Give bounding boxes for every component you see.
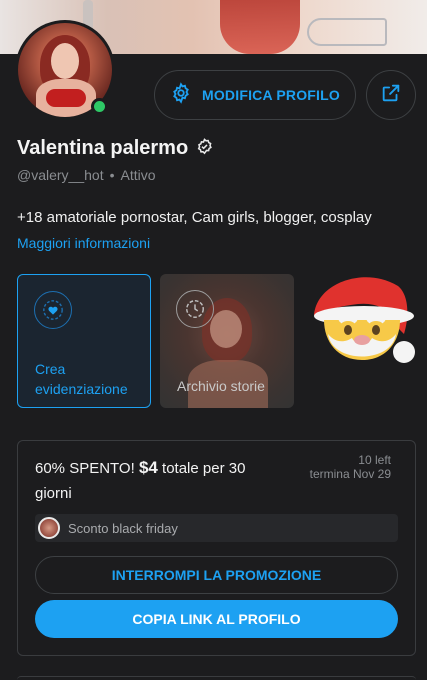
avatar	[38, 517, 60, 539]
clock-icon	[176, 290, 214, 328]
profile-name-row: Valentina palermo	[17, 137, 213, 160]
copy-profile-link-button[interactable]: COPIA LINK AL PROFILO	[35, 600, 398, 638]
share-icon	[380, 82, 402, 109]
create-highlight-card[interactable]: Crea evidenziazione	[17, 274, 151, 408]
promotion-remaining: 10 left	[358, 453, 391, 467]
cover-detail	[307, 18, 387, 46]
profile-name: Valentina palermo	[17, 137, 189, 159]
archive-stories-label: Archivio storie	[177, 378, 265, 394]
verified-icon	[196, 137, 213, 160]
promotion-meta: 10 left termina Nov 29	[310, 453, 391, 481]
profile-handle: @valery__hot	[17, 167, 104, 183]
promotion-discount: 60% SPENTO!	[35, 460, 135, 477]
santa-emoji-icon	[306, 264, 418, 376]
more-info-link[interactable]: Maggiori informazioni	[17, 235, 150, 251]
promotion-card: 60% SPENTO! $4 totale per 30 giorni 10 l…	[17, 440, 416, 656]
edit-profile-label: MODIFICA PROFILO	[201, 87, 340, 103]
online-status-dot	[91, 98, 108, 115]
next-card-edge	[17, 676, 416, 680]
separator-dot: •	[109, 167, 115, 183]
archive-stories-card[interactable]: Archivio storie	[160, 274, 294, 408]
create-highlight-label: Crea evidenziazione	[35, 361, 128, 397]
promotion-tag-label: Sconto black friday	[68, 520, 178, 536]
promotion-title: 60% SPENTO! $4 totale per 30 giorni	[35, 455, 285, 506]
profile-bio: +18 amatoriale pornostar, Cam girls, blo…	[17, 209, 372, 226]
stop-promotion-button[interactable]: INTERROMPI LA PROMOZIONE	[35, 556, 398, 594]
cover-detail	[220, 0, 300, 54]
share-button[interactable]	[366, 70, 416, 120]
gear-icon	[170, 81, 192, 109]
activity-status: Attivo	[120, 167, 156, 183]
handle-row: @valery__hot • Attivo	[17, 167, 156, 183]
edit-profile-button[interactable]: MODIFICA PROFILO	[154, 70, 356, 120]
heart-circle-icon	[34, 291, 72, 329]
promotion-tag: Sconto black friday	[35, 514, 398, 542]
promotion-price: $4	[138, 458, 158, 477]
promotion-end-date: termina Nov 29	[309, 467, 391, 481]
